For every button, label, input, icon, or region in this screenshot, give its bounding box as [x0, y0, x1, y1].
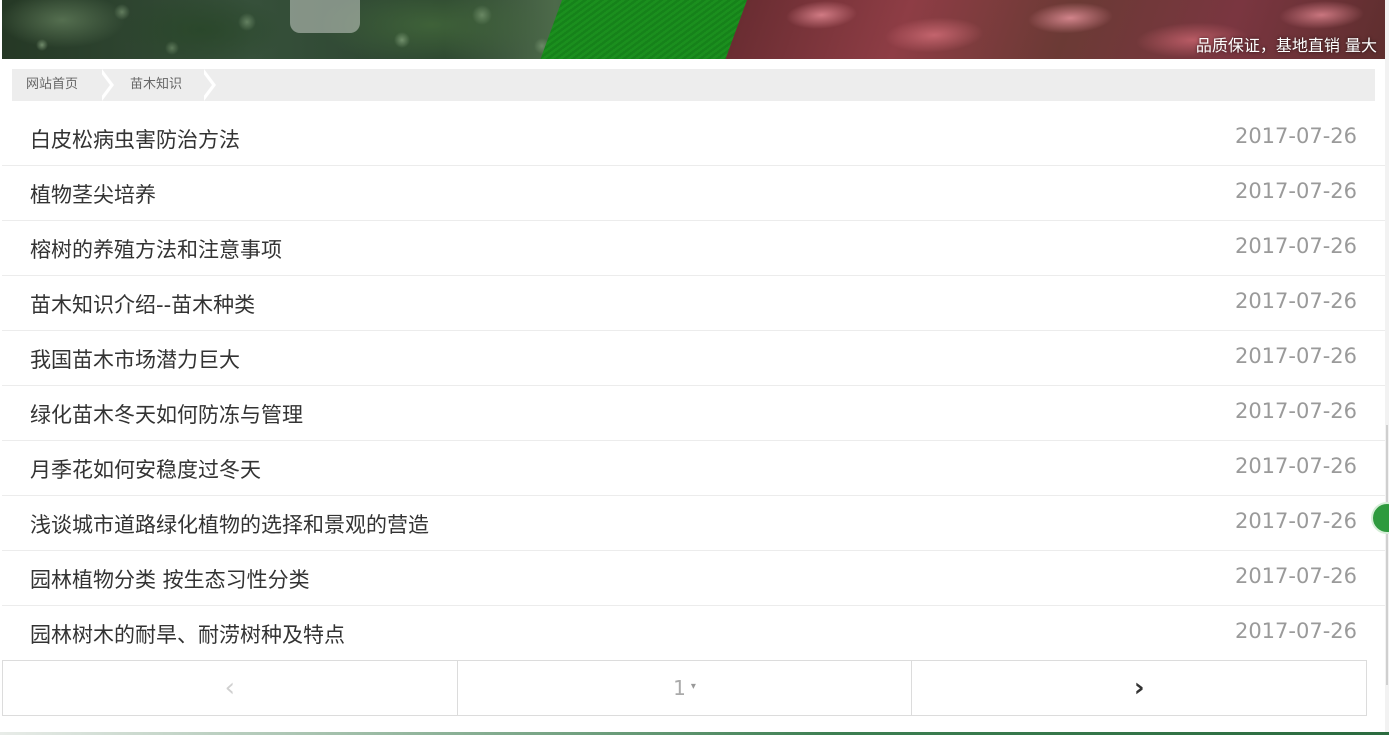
article-list-item[interactable]: 植物茎尖培养 2017-07-26 [2, 166, 1385, 221]
caret-down-icon: ▾ [690, 680, 696, 692]
article-title[interactable]: 白皮松病虫害防治方法 [30, 124, 240, 154]
article-title[interactable]: 园林树木的耐旱、耐涝树种及特点 [30, 619, 345, 649]
breadcrumb-home-label: 网站首页 [26, 77, 79, 92]
article-list: 白皮松病虫害防治方法 2017-07-26 植物茎尖培养 2017-07-26 … [2, 111, 1385, 660]
article-title[interactable]: 园林植物分类 按生态习性分类 [30, 564, 310, 594]
article-title[interactable]: 榕树的养殖方法和注意事项 [30, 234, 282, 264]
article-list-item[interactable]: 绿化苗木冬天如何防冻与管理 2017-07-26 [2, 386, 1385, 441]
page: 品质保证，基地直销 量大 网站首页 苗木知识 白皮松病虫害防治方法 2017-0… [0, 0, 1389, 735]
article-date: 2017-07-26 [1234, 399, 1357, 423]
article-title[interactable]: 绿化苗木冬天如何防冻与管理 [30, 399, 303, 429]
article-list-item[interactable]: 园林植物分类 按生态习性分类 2017-07-26 [2, 551, 1385, 606]
article-date: 2017-07-26 [1234, 454, 1357, 478]
header-banner: 品质保证，基地直销 量大 [2, 0, 1385, 59]
breadcrumb-home-link[interactable]: 网站首页 [12, 69, 114, 101]
article-date: 2017-07-26 [1234, 564, 1357, 588]
article-list-item[interactable]: 榕树的养殖方法和注意事项 2017-07-26 [2, 221, 1385, 276]
breadcrumb-category-label: 苗木知识 [130, 77, 183, 92]
article-list-item[interactable]: 苗木知识介绍--苗木种类 2017-07-26 [2, 276, 1385, 331]
article-list-item[interactable]: 白皮松病虫害防治方法 2017-07-26 [2, 111, 1385, 166]
page-select[interactable]: 1 ▾ [458, 661, 913, 715]
chevron-right-icon: › [1133, 673, 1145, 703]
chevron-left-icon: ‹ [224, 673, 236, 703]
article-date: 2017-07-26 [1234, 179, 1357, 203]
article-date: 2017-07-26 [1234, 344, 1357, 368]
breadcrumb: 网站首页 苗木知识 [12, 69, 1375, 101]
breadcrumb-separator-fill [200, 69, 212, 101]
current-page-number: 1 [673, 676, 686, 700]
pagination: ‹ 1 ▾ › [2, 660, 1367, 716]
article-title[interactable]: 月季花如何安稳度过冬天 [30, 454, 261, 484]
article-date: 2017-07-26 [1234, 289, 1357, 313]
article-title[interactable]: 浅谈城市道路绿化植物的选择和景观的营造 [30, 509, 429, 539]
article-list-item[interactable]: 浅谈城市道路绿化植物的选择和景观的营造 2017-07-26 [2, 496, 1385, 551]
article-list-item[interactable]: 月季花如何安稳度过冬天 2017-07-26 [2, 441, 1385, 496]
article-title[interactable]: 植物茎尖培养 [30, 179, 156, 209]
banner-slogan: 品质保证，基地直销 量大 [1195, 36, 1377, 55]
article-title[interactable]: 我国苗木市场潜力巨大 [30, 344, 240, 374]
breadcrumb-separator-fill [98, 69, 110, 101]
article-date: 2017-07-26 [1234, 234, 1357, 258]
article-date: 2017-07-26 [1234, 619, 1357, 643]
article-list-item[interactable]: 我国苗木市场潜力巨大 2017-07-26 [2, 331, 1385, 386]
breadcrumb-category-link[interactable]: 苗木知识 [116, 69, 216, 101]
article-date: 2017-07-26 [1234, 124, 1357, 148]
article-title[interactable]: 苗木知识介绍--苗木种类 [30, 289, 255, 319]
article-date: 2017-07-26 [1234, 509, 1357, 533]
scrollbar-thumb[interactable] [1386, 425, 1388, 685]
article-list-item[interactable]: 园林树木的耐旱、耐涝树种及特点 2017-07-26 [2, 606, 1385, 660]
prev-page-button[interactable]: ‹ [3, 661, 458, 715]
banner-decoration [290, 0, 360, 33]
next-page-button[interactable]: › [912, 661, 1366, 715]
